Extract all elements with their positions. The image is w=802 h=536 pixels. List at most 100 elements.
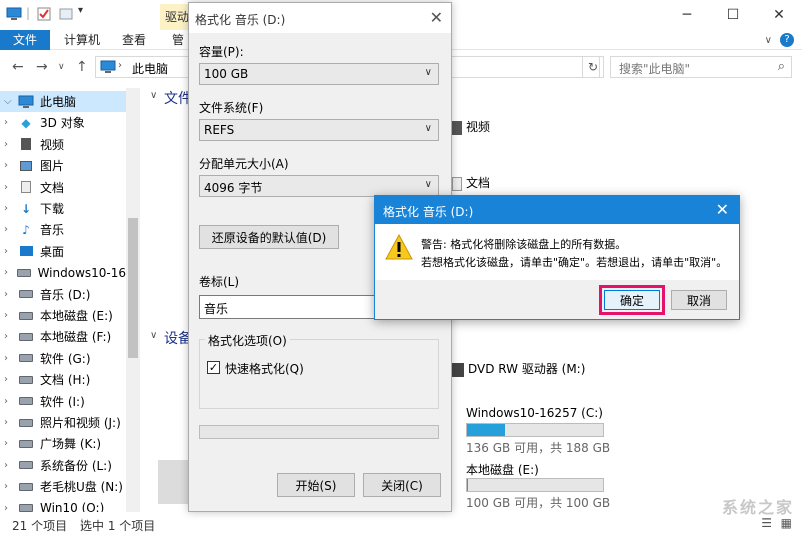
close-button[interactable]: 关闭(C) bbox=[363, 473, 441, 497]
sidebar-item-label: 老毛桃U盘 (N:) bbox=[40, 480, 123, 495]
sidebar-item-label: 本地磁盘 (F:) bbox=[40, 330, 112, 345]
properties-icon[interactable] bbox=[36, 6, 52, 22]
recent-locations-icon[interactable]: ∨ bbox=[58, 62, 65, 72]
chevron-right-icon[interactable]: › bbox=[4, 396, 18, 407]
sidebar-item[interactable]: › 文档 (H:) bbox=[0, 369, 126, 390]
up-icon[interactable]: ↑ bbox=[76, 59, 88, 75]
refresh-icon[interactable]: ↻ bbox=[582, 56, 604, 78]
filesystem-select[interactable]: REFS ∨ bbox=[199, 119, 439, 141]
tab-view[interactable]: 查看 bbox=[110, 30, 158, 50]
new-folder-icon[interactable] bbox=[58, 6, 74, 22]
tab-file[interactable]: 文件 bbox=[0, 30, 50, 50]
sidebar-item[interactable]: › 本地磁盘 (F:) bbox=[0, 326, 126, 347]
forward-icon[interactable]: → bbox=[36, 59, 48, 75]
chevron-down-icon[interactable]: ⌵ bbox=[4, 96, 18, 107]
restore-defaults-button[interactable]: 还原设备的默认值(D) bbox=[199, 225, 339, 249]
navigation-pane: › Win10 (O:) › 老毛桃U盘 (N:) › 系统备份 (L:) › 广场舞 (K:… bbox=[0, 88, 140, 512]
chevron-right-icon[interactable]: › bbox=[4, 224, 18, 235]
close-icon[interactable]: ✕ bbox=[756, 0, 802, 30]
sidebar-item[interactable]: › 系统备份 (L:) bbox=[0, 455, 126, 476]
sidebar-item[interactable]: › 老毛桃U盘 (N:) bbox=[0, 476, 126, 497]
allocation-select[interactable]: 4096 字节 ∨ bbox=[199, 175, 439, 197]
nav-scrollbar[interactable] bbox=[126, 88, 140, 512]
drive-tile[interactable] bbox=[158, 460, 188, 504]
sidebar-item[interactable]: › 文档 bbox=[0, 177, 126, 198]
sidebar-item[interactable]: › Win10 (O:) bbox=[0, 498, 126, 512]
tab-computer[interactable]: 计算机 bbox=[52, 30, 112, 50]
search-input[interactable]: 搜索"此电脑" ⌕ bbox=[610, 56, 792, 78]
filesystem-label: 文件系统(F) bbox=[199, 101, 264, 115]
start-button[interactable]: 开始(S) bbox=[277, 473, 355, 497]
format-progress-bar bbox=[199, 425, 439, 439]
chevron-right-icon[interactable]: › bbox=[4, 481, 18, 492]
sidebar-item-label: 桌面 bbox=[40, 244, 65, 259]
collapse-icon[interactable]: ∨ bbox=[150, 90, 157, 101]
sidebar-item-label: 音乐 bbox=[40, 223, 65, 238]
sidebar-item[interactable]: › Windows10-16 bbox=[0, 262, 126, 283]
sidebar-item[interactable]: › 图片 bbox=[0, 155, 126, 176]
tab-manage[interactable]: 管 bbox=[168, 30, 188, 50]
sidebar-item-label: 系统备份 (L:) bbox=[40, 458, 112, 473]
nav-scroll-thumb[interactable] bbox=[128, 218, 138, 358]
sidebar-item[interactable]: ⌵ 此电脑 bbox=[0, 91, 126, 112]
tiles-view-icon[interactable]: ▦ bbox=[781, 516, 792, 530]
details-view-icon[interactable]: ☰ bbox=[761, 516, 772, 530]
format-dialog-titlebar: 格式化 音乐 (D:) ✕ bbox=[189, 3, 451, 33]
chevron-right-icon[interactable]: › bbox=[4, 374, 18, 385]
close-icon[interactable]: ✕ bbox=[716, 200, 729, 219]
capacity-select[interactable]: 100 GB ∨ bbox=[199, 63, 439, 85]
chevron-right-icon[interactable]: › bbox=[4, 331, 18, 342]
sidebar-item[interactable]: › 照片和视频 (J:) bbox=[0, 412, 126, 433]
chevron-right-icon[interactable]: › bbox=[4, 246, 18, 257]
drive-icon bbox=[18, 309, 34, 323]
chevron-right-icon[interactable]: › bbox=[4, 417, 18, 428]
drive-icon bbox=[18, 501, 34, 512]
sidebar-item[interactable]: › 视频 bbox=[0, 134, 126, 155]
quick-format-checkbox[interactable]: ✓ bbox=[207, 361, 220, 374]
expand-ribbon-icon[interactable]: ∨ bbox=[765, 35, 772, 46]
chevron-right-icon[interactable]: › bbox=[4, 182, 18, 193]
sidebar-item[interactable]: › 桌面 bbox=[0, 241, 126, 262]
chevron-right-icon[interactable]: › bbox=[4, 503, 18, 512]
chevron-right-icon[interactable]: › bbox=[4, 460, 18, 471]
customize-quick-access-icon[interactable]: ▾ bbox=[78, 5, 83, 16]
folder-video[interactable]: 视频 bbox=[452, 118, 490, 135]
chevron-right-icon[interactable]: › bbox=[4, 117, 18, 128]
chevron-right-icon[interactable]: › bbox=[4, 310, 18, 321]
close-icon[interactable]: ✕ bbox=[430, 8, 443, 27]
drive-tools-tab[interactable]: 驱动 bbox=[160, 4, 190, 30]
computer-icon[interactable] bbox=[6, 6, 22, 22]
chevron-right-icon[interactable]: › bbox=[4, 438, 18, 449]
sidebar-item[interactable]: › ◆ 3D 对象 bbox=[0, 112, 126, 133]
drive-dvd[interactable]: DVD RW 驱动器 (M:) bbox=[452, 360, 585, 377]
chevron-right-icon[interactable]: › bbox=[4, 139, 18, 150]
quick-format-label[interactable]: 快速格式化(Q) bbox=[225, 360, 304, 377]
cancel-button[interactable]: 取消 bbox=[671, 290, 727, 310]
chevron-right-icon[interactable]: › bbox=[4, 353, 18, 364]
sidebar-item-label: Windows10-16 bbox=[37, 265, 126, 280]
sidebar-item[interactable]: › ♪ 音乐 bbox=[0, 219, 126, 240]
maximize-icon[interactable]: ☐ bbox=[710, 0, 756, 30]
sidebar-item[interactable]: › 软件 (G:) bbox=[0, 348, 126, 369]
back-icon[interactable]: ← bbox=[12, 59, 24, 75]
ok-button[interactable]: 确定 bbox=[604, 290, 660, 310]
sidebar-item[interactable]: › 本地磁盘 (E:) bbox=[0, 305, 126, 326]
sidebar-item[interactable]: › 广场舞 (K:) bbox=[0, 433, 126, 454]
sidebar-item[interactable]: › ↓ 下载 bbox=[0, 198, 126, 219]
minimize-icon[interactable]: ─ bbox=[664, 0, 710, 30]
sidebar-item[interactable]: › 软件 (I:) bbox=[0, 391, 126, 412]
breadcrumb[interactable]: 此电脑 bbox=[132, 60, 168, 77]
collapse-icon[interactable]: ∨ bbox=[150, 330, 157, 341]
chevron-right-icon[interactable]: › bbox=[4, 203, 18, 214]
format-dialog-title: 格式化 音乐 (D:) bbox=[195, 13, 286, 27]
folder-documents[interactable]: 文档 bbox=[452, 174, 490, 191]
drive-icon bbox=[18, 394, 34, 408]
chevron-right-icon[interactable]: › bbox=[4, 160, 18, 171]
chevron-right-icon[interactable]: › bbox=[4, 289, 18, 300]
sidebar-item[interactable]: › 音乐 (D:) bbox=[0, 284, 126, 305]
chevron-right-icon[interactable]: › bbox=[4, 267, 17, 278]
item-count: 21 个项目 bbox=[12, 519, 68, 533]
help-icon[interactable]: ? bbox=[780, 33, 794, 47]
drive-icon bbox=[18, 458, 34, 472]
usage-bar-c bbox=[466, 423, 604, 437]
